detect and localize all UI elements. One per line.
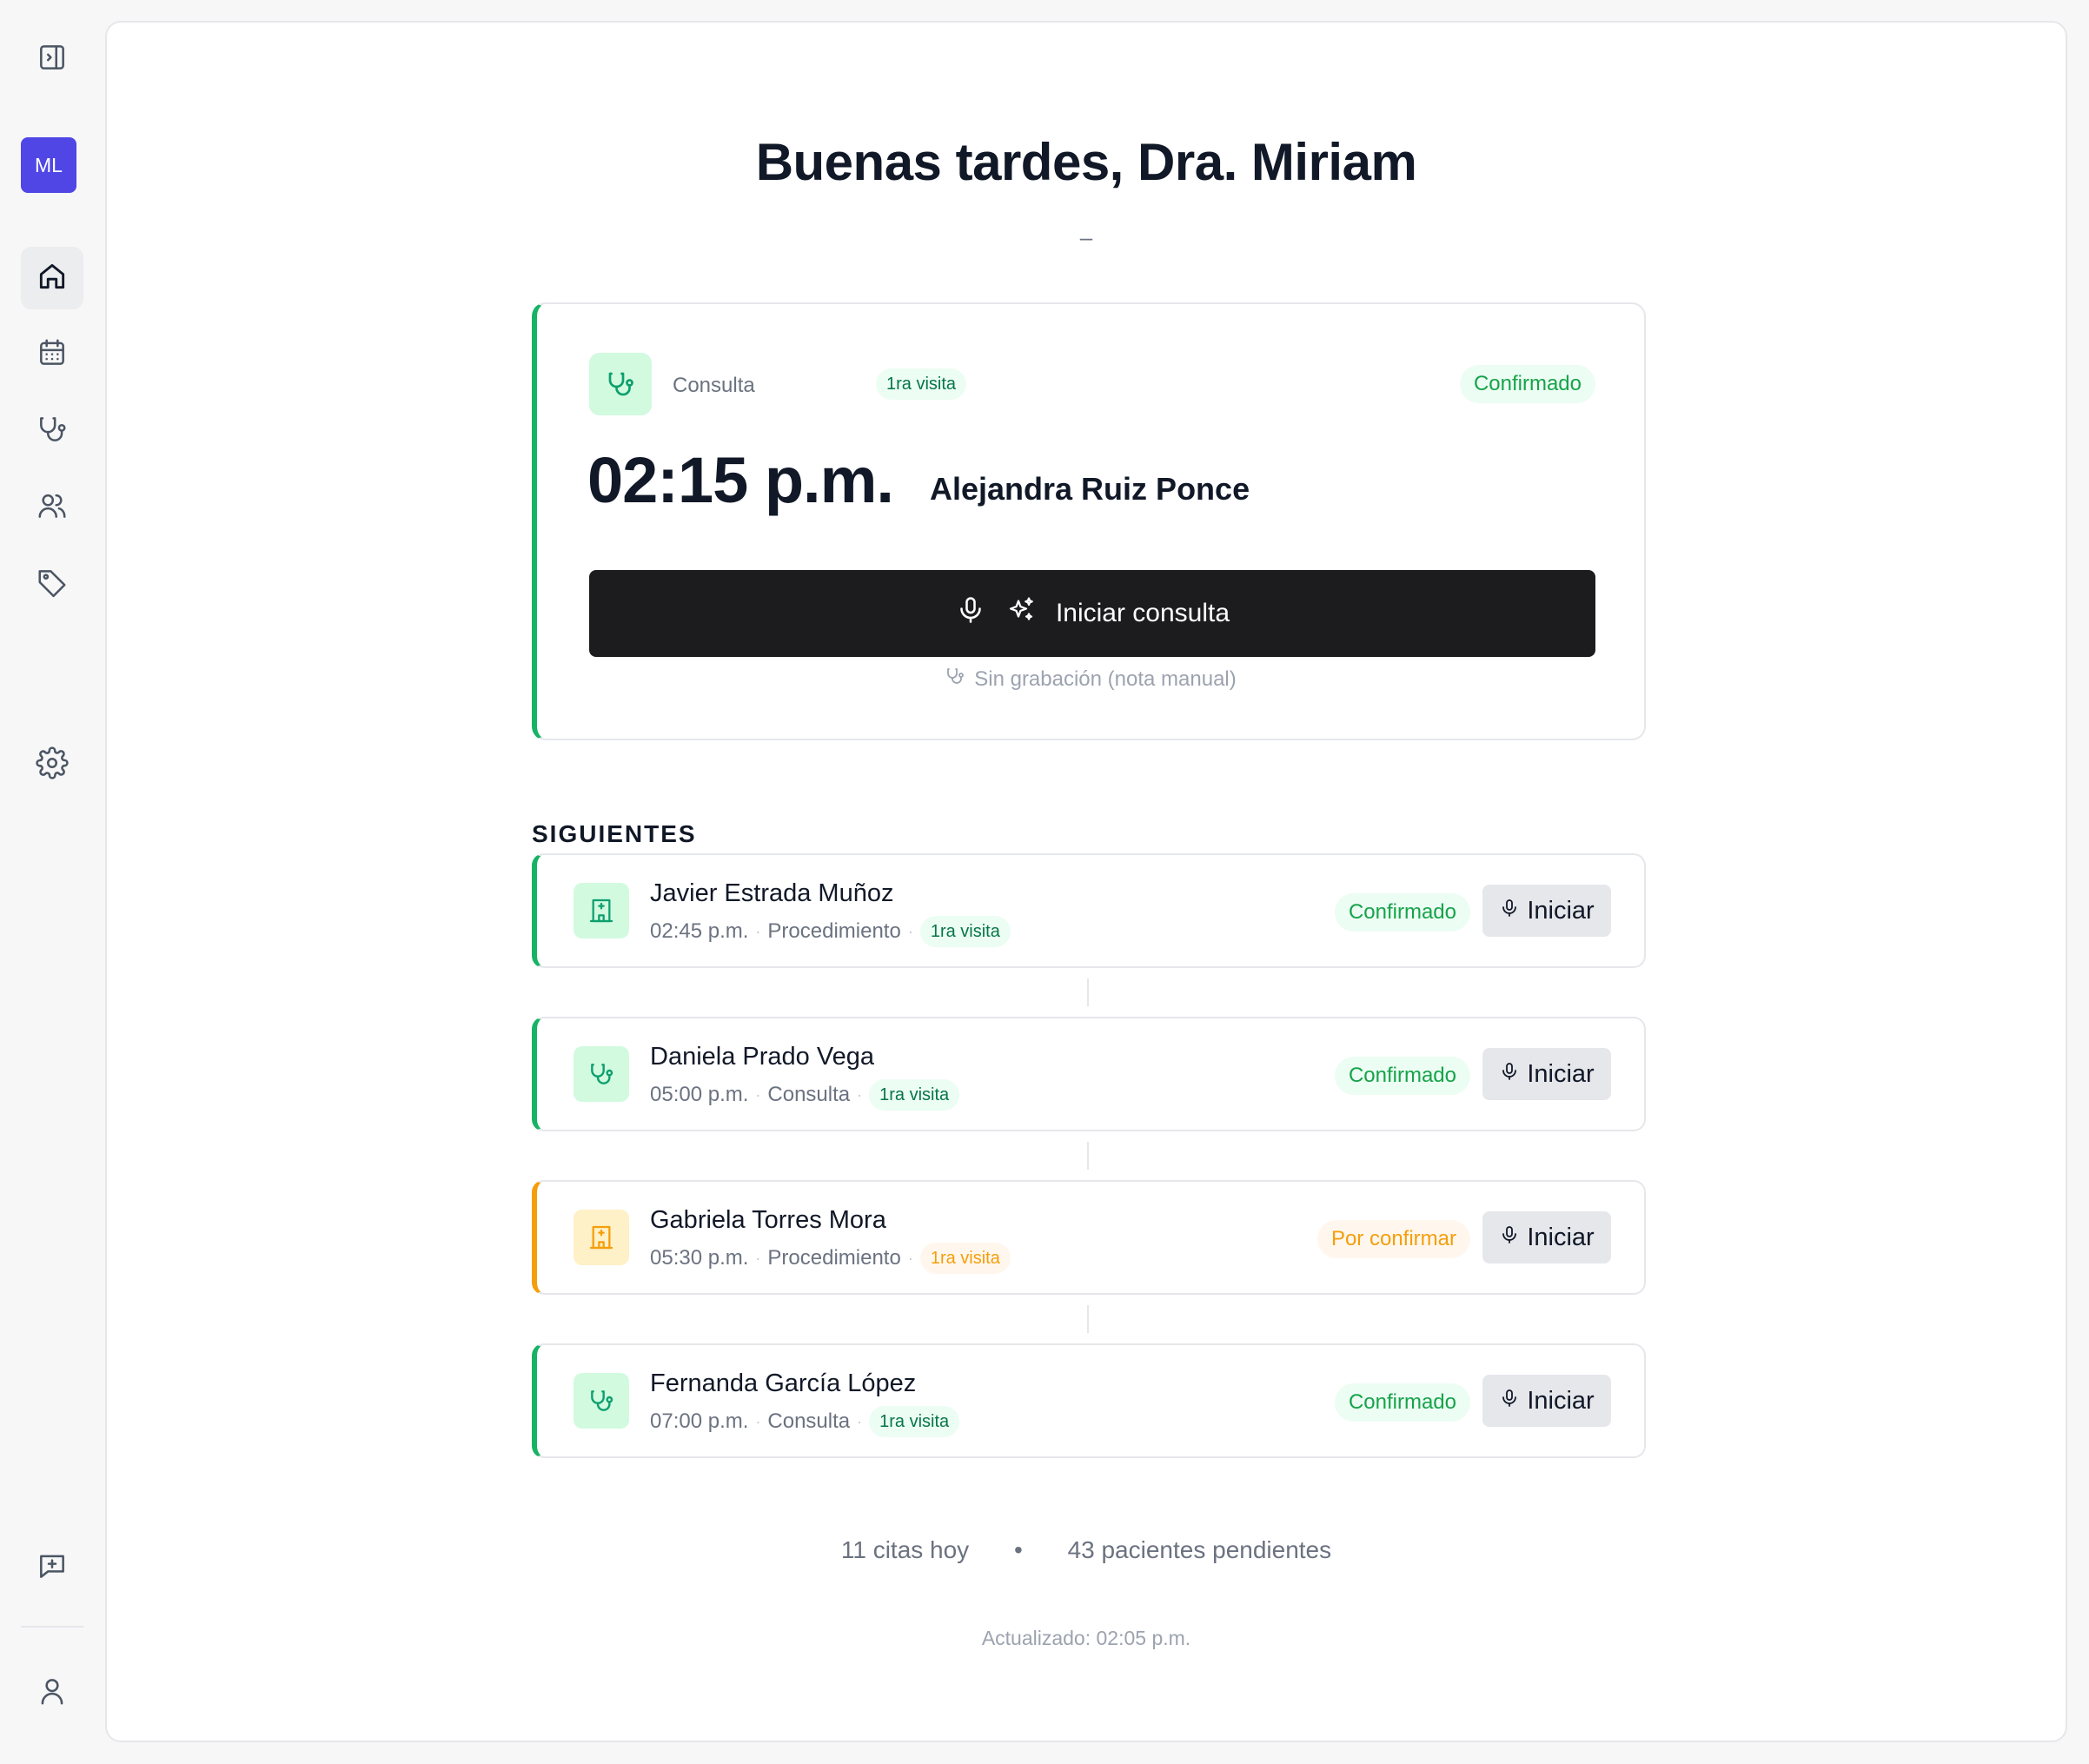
stethoscope-icon [36,413,69,450]
start-button-label: Iniciar [1527,1386,1595,1415]
main-panel: Buenas tardes, Dra. Miriam – Consulta 1r… [105,21,2067,1742]
list-item[interactable]: Javier Estrada Muñoz 02:45 p.m. · Proced… [532,853,1646,968]
timeline-connector [1087,1305,1089,1333]
avatar[interactable]: ML [21,137,76,193]
appointment-type: Procedimiento [767,919,901,943]
hospital-icon [574,1210,629,1265]
section-title: SIGUIENTES [532,820,697,847]
toggle-sidebar-button[interactable] [21,28,83,90]
meta-dot: · [907,1249,913,1267]
status-badge: Confirmado [1334,1057,1470,1095]
appointment-type: Procedimiento [767,1246,901,1270]
user-icon [36,1674,69,1712]
appointment-time: 02:15 p.m. [587,444,894,516]
microphone-icon [955,594,986,633]
appointment-type: Consulta [767,1083,851,1106]
start-button[interactable]: Iniciar [1482,1211,1611,1263]
visit-tag: 1ra visita [919,916,1011,947]
start-consultation-label: Iniciar consulta [1055,599,1230,627]
list-item[interactable]: Daniela Prado Vega 05:00 p.m. · Consulta… [532,1017,1646,1131]
current-appointment-card: Consulta 1ra visita Confirmado 02:15 p.m… [532,302,1646,740]
start-button-label: Iniciar [1527,1059,1595,1088]
patient-name: Gabriela Torres Mora [650,1206,886,1234]
profile-button[interactable] [21,1661,83,1724]
appointment-meta: 07:00 p.m. · Consulta · 1ra visita [650,1406,960,1437]
patient-name: Daniela Prado Vega [650,1043,874,1071]
daily-stats: 11 citas hoy • 43 pacientes pendientes [107,1536,2066,1564]
visit-tag: 1ra visita [876,368,967,400]
meta-dot: · [755,1412,761,1430]
sidebar-item-consultations[interactable] [21,400,83,462]
appointment-type: Consulta [673,374,755,397]
list-item[interactable]: Fernanda García López 07:00 p.m. · Consu… [532,1343,1646,1458]
stethoscope-icon [945,666,965,693]
appointments-count: 11 citas hoy [840,1536,970,1563]
last-updated: Actualizado: 02:05 p.m. [981,1627,1191,1649]
status-badge: Por confirmar [1316,1220,1470,1258]
appointment-time: 02:45 p.m. [650,919,749,943]
status-badge: Confirmado [1334,893,1470,932]
stethoscope-icon [589,353,652,415]
meta-dot: · [755,1249,761,1267]
hospital-icon [574,883,629,938]
home-icon [36,260,69,297]
appointment-meta: 05:30 p.m. · Procedimiento · 1ra visita [650,1243,1011,1274]
visit-tag: 1ra visita [869,1406,960,1437]
appointment-time: 05:00 p.m. [650,1083,749,1106]
sidebar-item-calendar[interactable] [21,323,83,386]
list-item[interactable]: Gabriela Torres Mora 05:30 p.m. · Proced… [532,1180,1646,1295]
stats-separator: • [1013,1536,1023,1563]
meta-dot: · [755,1085,761,1104]
status-badge: Confirmado [1459,365,1595,403]
patient-name: Javier Estrada Muñoz [650,879,894,907]
appointment-time: 07:00 p.m. [650,1409,749,1433]
microphone-icon [1499,1224,1520,1252]
status-badge: Confirmado [1334,1383,1470,1422]
stethoscope-icon [574,1373,629,1429]
page-subtitle: – [1079,224,1093,250]
start-button-label: Iniciar [1527,1223,1595,1251]
timeline-connector [1087,978,1089,1006]
pending-patients-count: 43 pacientes pendientes [1067,1536,1332,1563]
sparkles-icon [1005,594,1037,633]
appointment-meta: 02:45 p.m. · Procedimiento · 1ra visita [650,916,1011,947]
microphone-icon [1499,1387,1520,1416]
microphone-icon [1499,1060,1520,1089]
start-consultation-button[interactable]: Iniciar consulta [589,570,1595,657]
patient-name: Alejandra Ruiz Ponce [930,471,1250,507]
tag-icon [36,566,69,603]
page-title: Buenas tardes, Dra. Miriam [755,133,1417,191]
meta-dot: · [755,922,761,940]
start-button[interactable]: Iniciar [1482,885,1611,937]
manual-note-link[interactable]: Sin grabación (nota manual) [537,666,1644,693]
manual-note-label: Sin grabación (nota manual) [974,666,1237,691]
calendar-icon [36,336,69,374]
message-plus-icon [36,1549,69,1587]
sidebar-item-settings[interactable] [21,733,83,796]
visit-tag: 1ra visita [869,1079,960,1111]
sidebar-item-tags[interactable] [21,553,83,615]
feedback-button[interactable] [21,1536,83,1599]
gear-icon [36,746,69,784]
visit-tag: 1ra visita [919,1243,1011,1274]
patient-name: Fernanda García López [650,1369,917,1397]
stethoscope-icon [574,1046,629,1102]
appointment-type: Consulta [767,1409,851,1433]
start-button-label: Iniciar [1527,896,1595,925]
timeline-connector [1087,1142,1089,1170]
appointment-time: 05:30 p.m. [650,1246,749,1270]
sidebar-divider [21,1626,83,1628]
sidebar: ML [0,0,104,1764]
users-icon [36,489,69,527]
sidebar-item-patients[interactable] [21,476,83,539]
panel-toggle-icon [36,41,69,78]
start-button[interactable]: Iniciar [1482,1048,1611,1100]
sidebar-item-home[interactable] [21,247,83,309]
meta-dot: · [857,1085,863,1104]
microphone-icon [1499,897,1520,925]
meta-dot: · [857,1412,863,1430]
meta-dot: · [907,922,913,940]
start-button[interactable]: Iniciar [1482,1375,1611,1427]
appointment-meta: 05:00 p.m. · Consulta · 1ra visita [650,1079,960,1111]
